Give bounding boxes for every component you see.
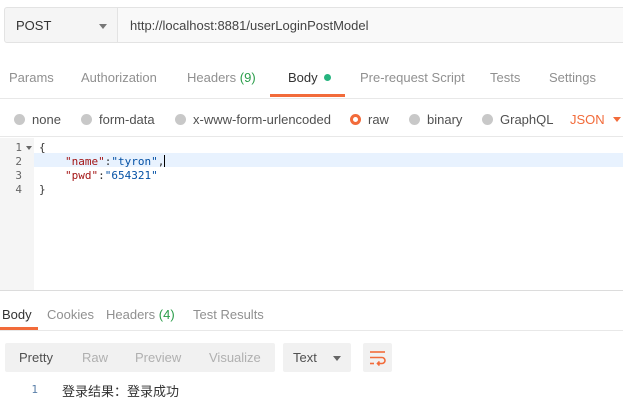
line-number: 1 [15, 141, 22, 154]
radio-form-data-label: form-data [99, 112, 155, 127]
tab-tests-label: Tests [490, 70, 521, 85]
response-type-label: Text [293, 350, 317, 365]
response-line-number: 1 [31, 383, 38, 396]
radio-circle-icon [482, 114, 493, 125]
view-mode-bar: Pretty Raw Preview Visualize [5, 343, 275, 372]
chevron-down-icon [333, 356, 341, 361]
radio-urlencoded-label: x-www-form-urlencoded [193, 112, 331, 127]
code-line-3: "pwd":"654321" [65, 169, 158, 182]
line-number: 2 [15, 155, 22, 168]
json-key-pwd: "pwd" [65, 169, 99, 182]
response-tab-body[interactable]: Body [2, 307, 32, 322]
tab-settings[interactable]: Settings [549, 70, 596, 85]
view-preview-button[interactable]: Preview [135, 350, 181, 365]
response-divider[interactable] [0, 290, 623, 291]
body-type-radios: none form-data x-www-form-urlencoded raw… [0, 104, 623, 137]
url-text: http://localhost:8881/userLoginPostModel [130, 18, 369, 33]
editor-gutter: 1 2 3 4 [0, 138, 34, 290]
response-tab-headers-label: Headers [106, 307, 156, 322]
response-tabs: Body Cookies Headers (4) Test Results [0, 300, 623, 331]
status-dot-icon [323, 74, 331, 81]
radio-form-data[interactable]: form-data [81, 112, 155, 127]
radio-binary-label: binary [427, 112, 463, 127]
chevron-down-icon [612, 117, 621, 122]
json-value-pwd: "654321" [104, 169, 158, 182]
radio-graphql-label: GraphQL [500, 112, 554, 127]
radio-selected-icon [350, 114, 361, 125]
fold-arrow-icon[interactable] [26, 146, 32, 150]
tab-pre-request-script[interactable]: Pre-request Script [360, 70, 465, 85]
response-tab-test-results-label: Test Results [193, 307, 264, 322]
radio-raw-label: raw [368, 112, 389, 127]
code-brace: { [39, 141, 46, 154]
response-tab-headers[interactable]: Headers (4) [106, 307, 175, 322]
radio-circle-icon [81, 114, 92, 125]
format-label: JSON [570, 112, 605, 127]
response-type-select[interactable]: Text [283, 343, 351, 372]
response-tab-headers-count: (4) [158, 307, 175, 322]
response-tab-body-label: Body [2, 307, 32, 322]
response-tab-cookies[interactable]: Cookies [47, 307, 94, 322]
active-tab-indicator [270, 94, 345, 97]
tab-settings-label: Settings [549, 70, 596, 85]
response-active-tab-indicator [0, 327, 38, 330]
response-tab-test-results[interactable]: Test Results [193, 307, 264, 322]
chevron-down-icon [99, 24, 107, 29]
view-raw-button[interactable]: Raw [82, 350, 108, 365]
wrap-lines-icon [370, 351, 386, 367]
response-tab-cookies-label: Cookies [47, 307, 94, 322]
code-colon: : [98, 169, 105, 182]
format-select[interactable]: JSON [570, 112, 621, 127]
view-pretty-button[interactable]: Pretty [19, 350, 53, 365]
method-label: POST [16, 18, 52, 33]
code-line-1: { [39, 141, 46, 154]
radio-circle-icon [14, 114, 25, 125]
radio-none[interactable]: none [14, 112, 61, 127]
tab-headers-label: Headers [187, 70, 237, 85]
tab-headers-count: (9) [239, 70, 256, 85]
tab-pre-request-label: Pre-request Script [360, 70, 465, 85]
text-cursor [164, 155, 166, 167]
tab-body[interactable]: Body [288, 70, 331, 85]
radio-urlencoded[interactable]: x-www-form-urlencoded [175, 112, 331, 127]
radio-none-label: none [32, 112, 61, 127]
code-comma: , [157, 155, 165, 168]
tab-body-label: Body [288, 70, 318, 85]
tab-authorization-label: Authorization [81, 70, 157, 85]
url-input[interactable]: http://localhost:8881/userLoginPostModel [118, 7, 623, 43]
radio-circle-icon [175, 114, 186, 125]
line-number: 4 [15, 183, 22, 196]
code-line-2: "name":"tyron", [65, 155, 166, 168]
tab-params[interactable]: Params [9, 70, 54, 85]
code-line-4: } [39, 183, 46, 196]
wrap-lines-button[interactable] [363, 343, 392, 372]
code-brace: } [39, 183, 46, 196]
radio-circle-icon [409, 114, 420, 125]
json-value-name: "tyron" [111, 155, 158, 168]
response-body-text: 登录结果：登录成功 [62, 384, 180, 399]
tab-params-label: Params [9, 70, 54, 85]
tab-authorization[interactable]: Authorization [81, 70, 157, 85]
radio-raw[interactable]: raw [350, 112, 389, 127]
method-select[interactable]: POST [4, 7, 118, 43]
line-number: 3 [15, 169, 22, 182]
radio-binary[interactable]: binary [409, 112, 462, 127]
json-key-name: "name" [65, 155, 105, 168]
tab-headers[interactable]: Headers (9) [187, 70, 256, 85]
radio-graphql[interactable]: GraphQL [482, 112, 553, 127]
tab-tests[interactable]: Tests [490, 70, 520, 85]
view-visualize-button[interactable]: Visualize [209, 350, 261, 365]
